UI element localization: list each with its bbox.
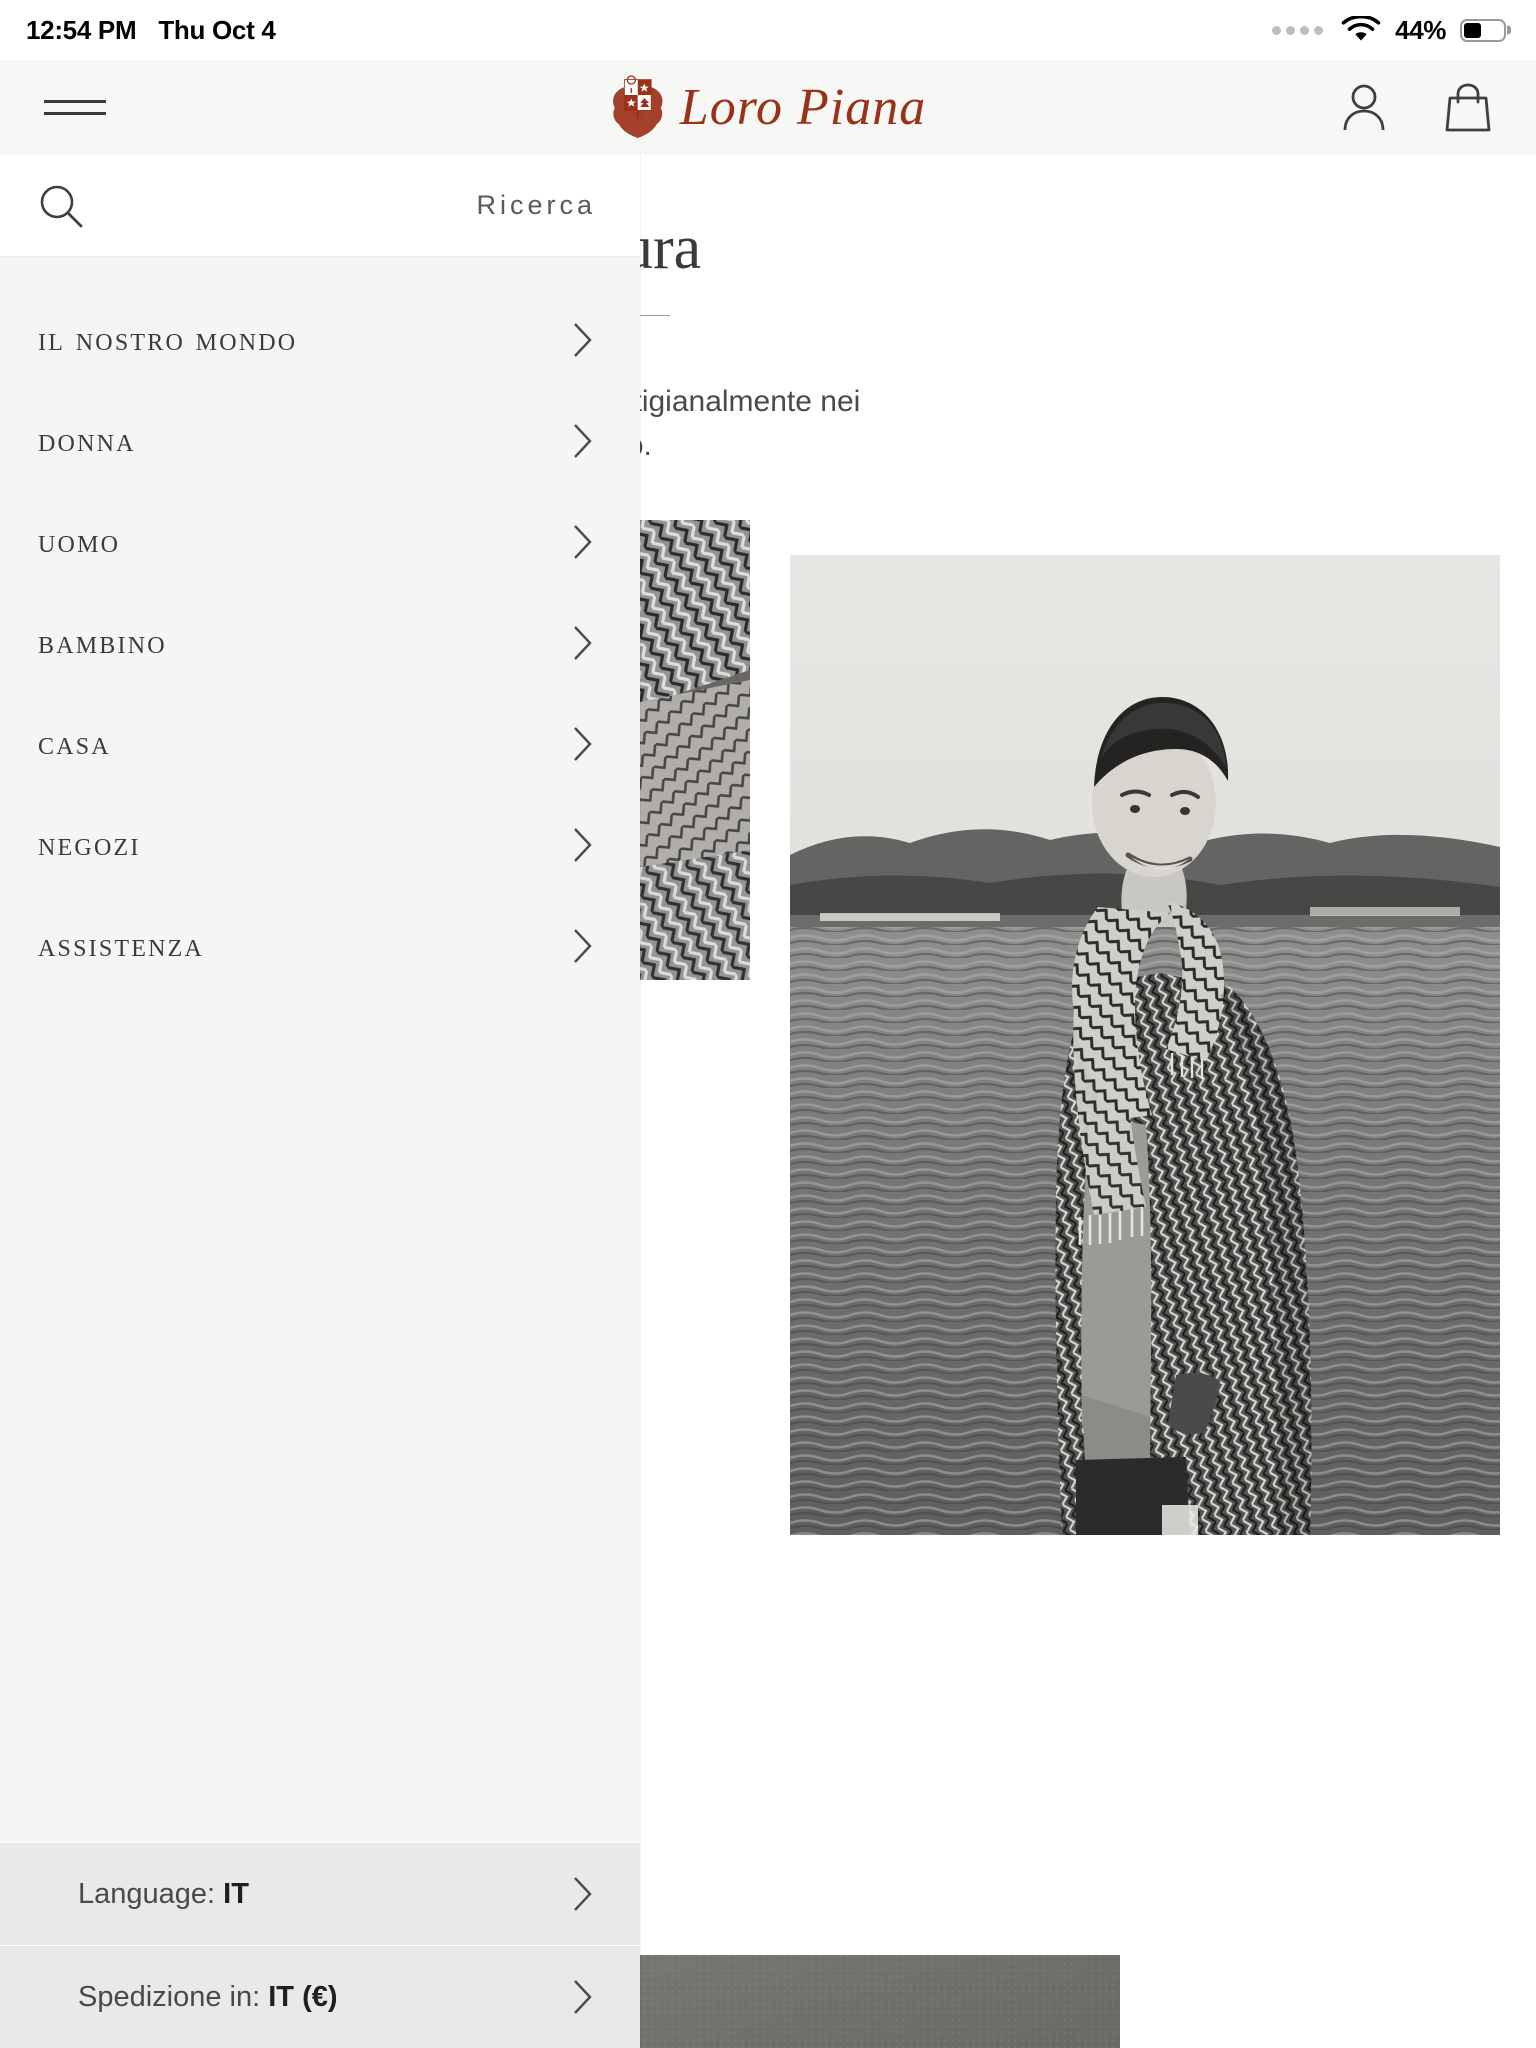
chevron-right-icon [574,1980,592,2014]
drawer-footer: Language: IT Spedizione in: IT (€) [0,1842,640,2048]
brand-logo[interactable]: Loro Piana [610,74,927,141]
status-date: Thu Oct 4 [158,14,276,45]
sidebar-item-uomo[interactable]: Uomo [0,491,640,592]
battery-icon [1460,18,1506,42]
sidebar-item-label: Donna [38,421,136,459]
sidebar-item-label: Assistenza [38,926,205,964]
chevron-right-icon [574,524,592,559]
sidebar-item-label: Negozi [38,825,141,863]
sidebar-item-assistenza[interactable]: Assistenza [0,895,640,996]
status-bar-left: 12:54 PM Thu Oct 4 [26,15,276,46]
ios-status-bar: 12:54 PM Thu Oct 4 44% [0,0,1536,60]
sidebar-item-label: Casa [38,724,111,762]
hamburger-menu-icon[interactable] [44,91,106,125]
shipping-label: Spedizione in: IT (€) [78,1981,338,2014]
wifi-icon [1341,15,1381,40]
search-icon[interactable] [36,181,86,231]
account-person-icon[interactable] [1338,80,1390,136]
status-time: 12:54 PM [26,14,137,45]
loro-piana-crest-icon [613,74,663,138]
sidebar-item-bambino[interactable]: Bambino [0,592,640,693]
chevron-right-icon [574,1877,592,1911]
language-label: Language: IT [78,1878,249,1911]
search-row[interactable]: Ricerca [0,155,640,257]
language-selector[interactable]: Language: IT [0,1842,640,1945]
brand-name: Loro Piana [679,78,927,136]
chevron-right-icon [574,827,592,862]
chevron-right-icon [574,322,592,357]
shipping-value: IT (€) [268,1980,338,2013]
navigation-drawer: Ricerca Il Nostro Mondo Donna Uomo Bambi… [0,155,640,2048]
hero-photo [790,555,1500,1535]
sidebar-item-negozi[interactable]: Negozi [0,794,640,895]
shipping-prefix: Spedizione in: [78,1980,269,2013]
sidebar-item-label: Il Nostro Mondo [38,320,298,358]
header-icon-group [1338,80,1494,136]
sidebar-item-donna[interactable]: Donna [0,390,640,491]
chevron-right-icon [574,726,592,761]
sidebar-item-label: Uomo [38,522,121,560]
chevron-right-icon [574,625,592,660]
chevron-right-icon [574,928,592,963]
shipping-selector[interactable]: Spedizione in: IT (€) [0,1945,640,2048]
drawer-nav-list: Il Nostro Mondo Donna Uomo Bambino Casa [0,257,640,1842]
man-in-herringbone-coat-by-lake [790,555,1500,1535]
battery-percent: 44% [1395,14,1446,45]
shopping-bag-icon[interactable] [1442,80,1494,136]
site-header: Loro Piana [0,60,1536,155]
language-value: IT [223,1877,249,1910]
language-prefix: Language: [78,1877,224,1910]
signal-dots-icon [1272,25,1324,35]
search-label: Ricerca [476,190,596,220]
status-bar-right: 44% [1272,15,1506,46]
sidebar-item-casa[interactable]: Casa [0,693,640,794]
sidebar-item-il-nostro-mondo[interactable]: Il Nostro Mondo [0,289,640,390]
sidebar-item-label: Bambino [38,623,167,661]
chevron-right-icon [574,423,592,458]
